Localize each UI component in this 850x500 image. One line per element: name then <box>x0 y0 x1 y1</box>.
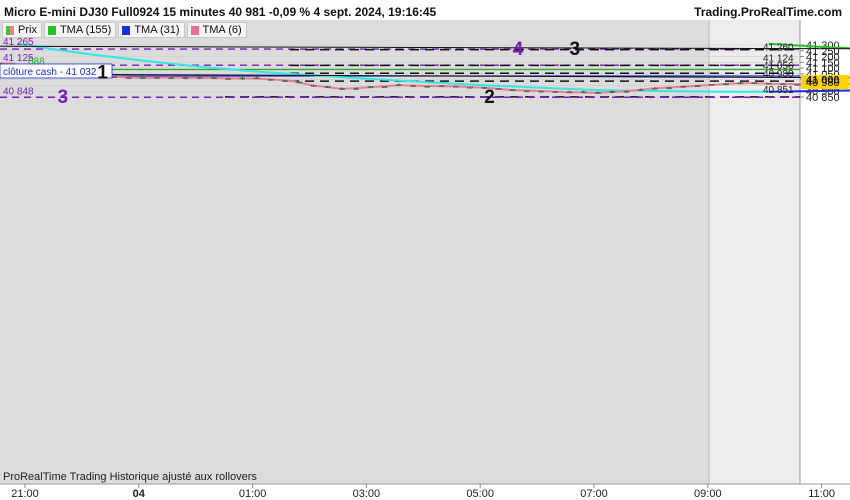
pink-swatch-icon <box>190 25 199 35</box>
legend-item-tma31[interactable]: TMA (31) <box>118 22 185 38</box>
price-chart[interactable]: 41 30041 25041 20041 15041 10041 05041 0… <box>0 0 850 500</box>
candle-body <box>367 86 374 88</box>
legend-item-tma155[interactable]: TMA (155) <box>43 22 117 38</box>
candle-body <box>182 77 189 79</box>
x-tick-label: 11:00 <box>808 488 835 500</box>
x-tick-label: 21:00 <box>11 488 39 500</box>
candle-body <box>509 89 516 91</box>
level-label: 40 851 <box>763 85 794 96</box>
candle-body <box>353 88 359 90</box>
wave-label: 4 <box>513 39 524 60</box>
x-tick-label: 01:00 <box>239 488 267 500</box>
x-tick-label: 04 <box>133 488 146 500</box>
wave-label: 3 <box>57 87 68 108</box>
candle-body <box>595 92 601 94</box>
x-tick-label: 07:00 <box>580 488 608 500</box>
candle-body <box>751 82 758 84</box>
candle-body <box>211 77 217 79</box>
candle-body <box>694 85 701 87</box>
candle-body <box>225 78 231 80</box>
candle-body <box>737 82 743 84</box>
legend-label: TMA (31) <box>134 24 180 36</box>
candle-body <box>410 85 416 87</box>
legend-label: TMA (155) <box>59 24 112 36</box>
candle-body <box>253 77 260 80</box>
candle-body <box>111 76 118 78</box>
candle-body <box>623 91 630 93</box>
level-label: 41 260 <box>763 43 794 54</box>
wave-label: 1 <box>97 63 108 84</box>
candle-body <box>396 84 402 86</box>
candle-body <box>339 88 345 90</box>
x-tick-label: 05:00 <box>466 488 494 500</box>
candle-body <box>125 77 132 79</box>
candle-body <box>581 91 587 93</box>
candle-body <box>168 77 174 80</box>
candle-body <box>538 90 544 93</box>
candle-body <box>680 86 687 88</box>
candle-body <box>794 84 800 86</box>
x-tick-label: 09:00 <box>694 488 722 500</box>
chart-title: Micro E-mini DJ30 Full0924 15 minutes 40… <box>4 5 437 19</box>
candle-body <box>310 85 317 87</box>
level-label: 40 848 <box>3 86 34 97</box>
candle-body <box>637 89 644 91</box>
candle-body <box>196 77 203 79</box>
wave-label: 3 <box>570 39 581 60</box>
y-tick-label: 40 850 <box>806 92 840 104</box>
wave-label: 2 <box>484 87 495 108</box>
candle-body <box>438 85 445 87</box>
candle-body <box>268 79 274 81</box>
current-price-label: 41 000 <box>806 75 840 87</box>
candle-body <box>140 77 146 79</box>
price-icon <box>6 25 14 35</box>
candle-body <box>154 77 160 79</box>
green-swatch-icon <box>47 25 56 35</box>
legend-label: TMA (6) <box>202 24 242 36</box>
candle-body <box>524 90 530 93</box>
candle-body <box>325 86 331 88</box>
level-label: 40 988 <box>763 69 794 80</box>
candle-body <box>381 86 388 88</box>
candle-body <box>709 83 715 86</box>
brand-label: Trading.ProRealTime.com <box>694 5 842 19</box>
blue-swatch-icon <box>122 25 131 35</box>
candle-body <box>552 91 559 93</box>
chart-window: 41 30041 25041 20041 15041 10041 05041 0… <box>0 0 850 500</box>
candle-body <box>666 87 672 89</box>
candle-body <box>652 88 658 90</box>
legend-item-price[interactable]: Prix <box>2 22 42 38</box>
legend-label: Prix <box>18 24 37 36</box>
legend: Prix TMA (155) TMA (31) TMA (6) <box>2 22 249 38</box>
candle-body <box>296 81 302 84</box>
candle-body <box>723 83 729 85</box>
x-tick-label: 03:00 <box>353 488 381 500</box>
candle-body <box>495 88 502 90</box>
candle-body <box>467 86 473 89</box>
candle-body <box>566 91 573 94</box>
footer-note: ProRealTime Trading Historique ajusté au… <box>3 471 257 483</box>
level-label: 41 265 <box>3 37 34 48</box>
legend-item-tma6[interactable]: TMA (6) <box>186 22 247 38</box>
level-label: clôture cash - 41 032 <box>3 67 97 78</box>
candle-body <box>239 77 246 80</box>
candle-body <box>453 85 459 88</box>
candle-body <box>424 86 430 88</box>
candle-body <box>609 91 615 93</box>
candle-body <box>282 80 288 82</box>
